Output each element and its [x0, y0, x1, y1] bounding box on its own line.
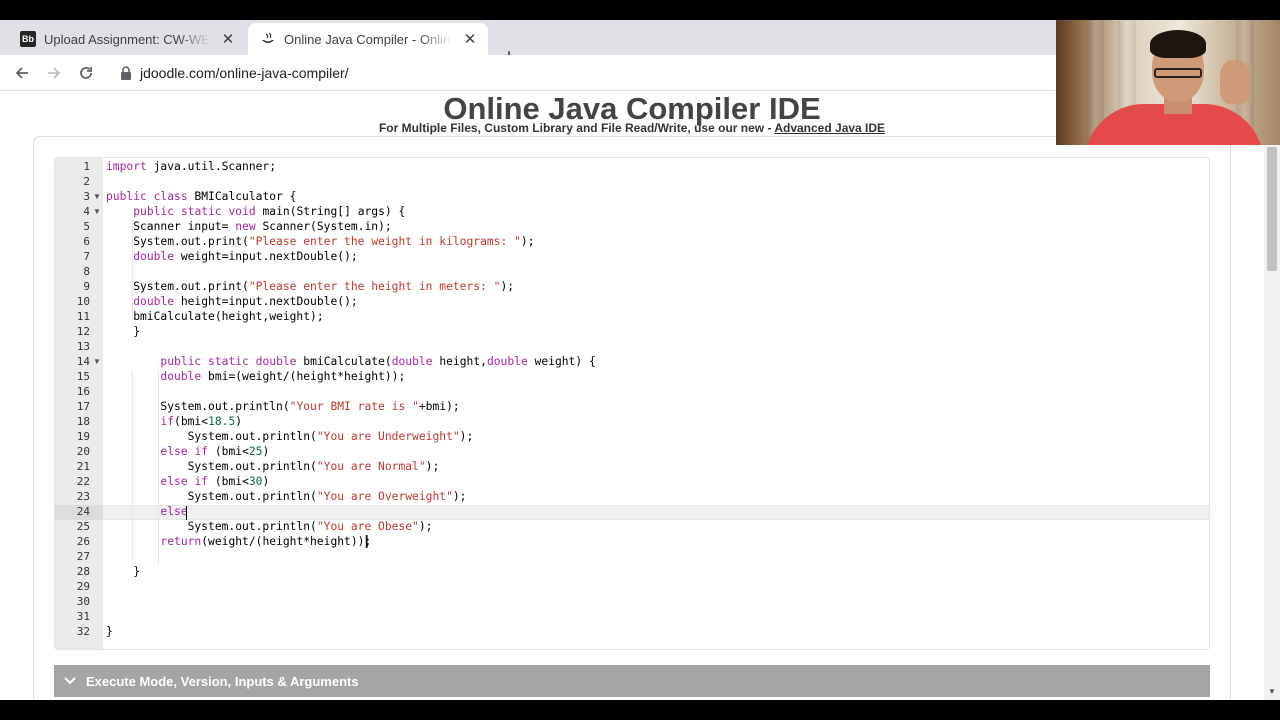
code-line: public class BMICalculator { [106, 190, 297, 203]
back-arrow-icon[interactable] [10, 61, 34, 85]
mouse-ibeam-cursor-icon: I [364, 532, 370, 553]
text-cursor [186, 506, 187, 520]
tab-online-java-compiler[interactable]: Online Java Compiler - Online Java ✕ [248, 23, 488, 55]
screen-bottom-letterbox [0, 700, 1280, 720]
code-line: else [160, 505, 188, 518]
line-number: 16 [76, 385, 90, 398]
code-editor[interactable]: 1 2 3 ▼ 4 ▼ 5 6 7 8 9 10 11 12 13 14 ▼ 15 16 17 18 19 20 21 22 23… [54, 157, 1210, 650]
line-number: 31 [76, 610, 90, 623]
code-line: System.out.print("Please enter the heigh… [106, 280, 515, 293]
code-line: System.out.println("You are Overweight")… [106, 490, 467, 503]
line-number: 27 [76, 550, 90, 563]
line-number: 2 [83, 175, 90, 188]
code-line: System.out.println("Your BMI rate is "+b… [106, 400, 460, 413]
line-number: 14 [76, 355, 90, 368]
line-number: 12 [76, 325, 90, 338]
url-text: jdoodle.com/online-java-compiler/ [140, 65, 349, 81]
line-number: 8 [83, 265, 90, 278]
line-number: 13 [76, 340, 90, 353]
chevron-down-icon [64, 677, 76, 685]
line-number: 7 [83, 250, 90, 263]
code-line: double bmi=(weight/(height*height)); [160, 370, 406, 383]
address-bar[interactable]: jdoodle.com/online-java-compiler/ [110, 59, 1110, 87]
line-number: 28 [76, 565, 90, 578]
code-line: System.out.println("You are Obese"); [106, 520, 433, 533]
line-number: 17 [76, 400, 90, 413]
code-line: } [106, 325, 141, 338]
line-number: 32 [76, 625, 90, 638]
execute-mode-accordion[interactable]: Execute Mode, Version, Inputs & Argument… [54, 665, 1210, 697]
code-line: if(bmi<18.5) [160, 415, 243, 428]
line-number: 25 [76, 520, 90, 533]
forward-arrow-icon[interactable] [42, 61, 66, 85]
line-number: 10 [76, 295, 90, 308]
code-line: System.out.println("You are Underweight"… [106, 430, 474, 443]
line-number: 1 [83, 160, 90, 173]
code-line: System.out.print("Please enter the weigh… [106, 235, 535, 248]
tab-title: Online Java Compiler - Online Java [284, 31, 452, 47]
tab-title: Upload Assignment: CW-WEEK-5 [44, 31, 210, 47]
close-tab-icon[interactable]: ✕ [218, 29, 238, 49]
fold-toggle-icon[interactable]: ▼ [93, 357, 101, 366]
line-number: 6 [83, 235, 90, 248]
line-number: 23 [76, 490, 90, 503]
code-line: else if (bmi<25) [160, 445, 270, 458]
line-number: 21 [76, 460, 90, 473]
line-number: 15 [76, 370, 90, 383]
line-number: 20 [76, 445, 90, 458]
code-line: else if (bmi<30) [160, 475, 270, 488]
line-number: 5 [83, 220, 90, 233]
screen-top-letterbox [0, 0, 1280, 20]
line-number: 26 [76, 535, 90, 548]
line-number: 22 [76, 475, 90, 488]
webcam-overlay-image [1056, 20, 1280, 145]
active-line-highlight [103, 505, 1209, 520]
code-line: return(weight/(height*height)); [160, 535, 372, 548]
code-line: double weight=input.nextDouble(); [133, 250, 358, 263]
line-number: 3 [83, 190, 90, 203]
lock-icon [120, 66, 132, 80]
code-line: } [106, 625, 113, 638]
fold-toggle-icon[interactable]: ▼ [93, 192, 101, 201]
execute-mode-label: Execute Mode, Version, Inputs & Argument… [86, 673, 359, 689]
page-content: Online Java Compiler IDE For Multiple Fi… [0, 91, 1264, 700]
advanced-java-ide-link[interactable]: Advanced Java IDE [774, 121, 885, 135]
jdoodle-favicon-icon [260, 31, 276, 47]
scroll-down-arrow-icon[interactable]: ▼ [1268, 687, 1276, 696]
code-line: System.out.println("You are Normal"); [106, 460, 440, 473]
line-number: 24 [76, 505, 90, 518]
subtitle-text: For Multiple Files, Custom Library and F… [378, 121, 775, 135]
line-number: 29 [76, 580, 90, 593]
code-line: bmiCalculate(height,weight); [106, 310, 324, 323]
code-line: double height=input.nextDouble(); [133, 295, 358, 308]
code-line: public static double bmiCalculate(double… [160, 355, 596, 368]
code-line: import java.util.Scanner; [106, 160, 277, 173]
code-line: Scanner input= new Scanner(System.in); [106, 220, 392, 233]
close-tab-icon[interactable]: ✕ [460, 29, 480, 49]
line-number: 30 [76, 595, 90, 608]
line-number: 11 [76, 310, 90, 323]
code-line: } [106, 565, 141, 578]
line-number: 18 [76, 415, 90, 428]
line-number: 19 [76, 430, 90, 443]
code-line: public static void main(String[] args) { [133, 205, 406, 218]
tab-upload-assignment[interactable]: Bb Upload Assignment: CW-WEEK-5 ✕ [8, 23, 246, 55]
fold-toggle-icon[interactable]: ▼ [93, 207, 101, 216]
page-scrollbar[interactable]: ▲ ▼ [1264, 91, 1280, 700]
blackboard-favicon-icon: Bb [20, 31, 36, 47]
line-number: 9 [83, 280, 90, 293]
reload-icon[interactable] [74, 61, 98, 85]
line-number-gutter: 1 2 3 ▼ 4 ▼ 5 6 7 8 9 10 11 12 13 14 ▼ 15 16 17 18 19 20 21 22 23… [55, 158, 103, 649]
scrollbar-thumb[interactable] [1267, 147, 1277, 271]
line-number: 4 [83, 205, 90, 218]
